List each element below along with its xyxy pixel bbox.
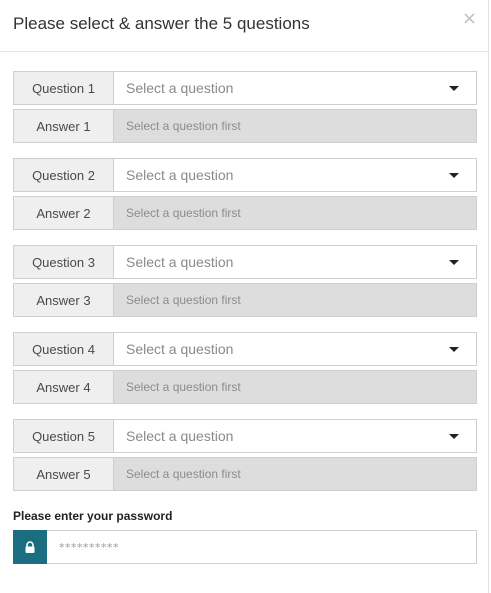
security-questions-modal: Please select & answer the 5 questions ×… [0, 0, 489, 593]
question-row-3: Question 3 Select a question [13, 245, 477, 279]
question-select-1[interactable]: Select a question [114, 71, 477, 105]
question-select-value-4: Select a question [126, 341, 234, 357]
question-row-1: Question 1 Select a question [13, 71, 477, 105]
answer-input-5: Select a question first [114, 457, 477, 491]
answer-input-3: Select a question first [114, 283, 477, 317]
question-select-5[interactable]: Select a question [114, 419, 477, 453]
question-label-3: Question 3 [13, 245, 114, 279]
answer-label-2: Answer 2 [13, 196, 114, 230]
answer-row-5: Answer 5 Select a question first [13, 457, 477, 491]
modal-header: Please select & answer the 5 questions × [0, 0, 489, 52]
caret-down-icon [449, 347, 459, 352]
answer-row-2: Answer 2 Select a question first [13, 196, 477, 230]
caret-down-icon [449, 86, 459, 91]
lock-icon-svg [25, 540, 35, 553]
answer-placeholder-2: Select a question first [126, 206, 241, 220]
qa-group-1: Question 1 Select a question Answer 1 Se… [13, 71, 477, 143]
question-label-2: Question 2 [13, 158, 114, 192]
answer-row-1: Answer 1 Select a question first [13, 109, 477, 143]
question-select-value-1: Select a question [126, 80, 234, 96]
close-icon[interactable]: × [462, 10, 477, 28]
question-select-4[interactable]: Select a question [114, 332, 477, 366]
question-label-1: Question 1 [13, 71, 114, 105]
question-row-4: Question 4 Select a question [13, 332, 477, 366]
modal-title: Please select & answer the 5 questions [13, 14, 310, 33]
question-label-4: Question 4 [13, 332, 114, 366]
question-select-value-5: Select a question [126, 428, 234, 444]
question-row-5: Question 5 Select a question [13, 419, 477, 453]
answer-input-1: Select a question first [114, 109, 477, 143]
answer-label-5: Answer 5 [13, 457, 114, 491]
answer-placeholder-4: Select a question first [126, 380, 241, 394]
answer-label-1: Answer 1 [13, 109, 114, 143]
qa-group-2: Question 2 Select a question Answer 2 Se… [13, 158, 477, 230]
answer-placeholder-3: Select a question first [126, 293, 241, 307]
answer-placeholder-1: Select a question first [126, 119, 241, 133]
qa-group-3: Question 3 Select a question Answer 3 Se… [13, 245, 477, 317]
caret-down-icon [449, 173, 459, 178]
password-label: Please enter your password [13, 509, 173, 523]
password-input[interactable]: ********** [47, 530, 477, 564]
answer-row-3: Answer 3 Select a question first [13, 283, 477, 317]
answer-input-2: Select a question first [114, 196, 477, 230]
qa-group-4: Question 4 Select a question Answer 4 Se… [13, 332, 477, 404]
answer-label-4: Answer 4 [13, 370, 114, 404]
answer-placeholder-5: Select a question first [126, 467, 241, 481]
password-row: ********** [13, 530, 477, 564]
question-select-3[interactable]: Select a question [114, 245, 477, 279]
question-select-value-2: Select a question [126, 167, 234, 183]
caret-down-icon [449, 260, 459, 265]
caret-down-icon [449, 434, 459, 439]
lock-icon [13, 530, 47, 564]
question-select-2[interactable]: Select a question [114, 158, 477, 192]
question-label-5: Question 5 [13, 419, 114, 453]
password-value: ********** [59, 540, 119, 554]
answer-label-3: Answer 3 [13, 283, 114, 317]
question-select-value-3: Select a question [126, 254, 234, 270]
answer-input-4: Select a question first [114, 370, 477, 404]
question-row-2: Question 2 Select a question [13, 158, 477, 192]
answer-row-4: Answer 4 Select a question first [13, 370, 477, 404]
qa-group-5: Question 5 Select a question Answer 5 Se… [13, 419, 477, 491]
